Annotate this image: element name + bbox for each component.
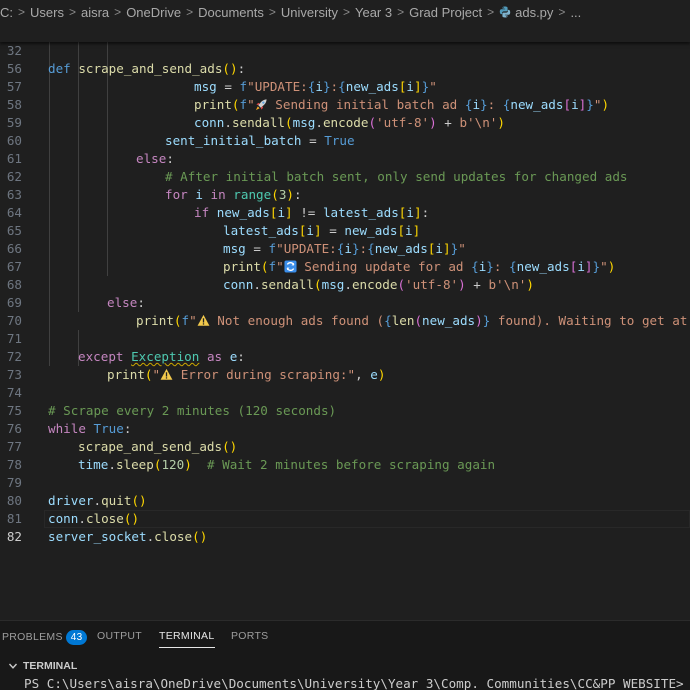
code-line[interactable]: 61 # After initial batch sent, only send… [0,132,690,184]
tab-label: PORTS [231,630,269,642]
breadcrumb-separator: > [342,5,350,19]
chevron-down-icon[interactable] [8,661,18,671]
tab-output[interactable]: OUTPUT [97,630,142,642]
code-line[interactable]: 65 msg = f"UPDATE:{i}:{new_ads[i]}" [0,204,690,256]
breadcrumb-separator: > [68,5,76,19]
tab-terminal[interactable]: TERMINAL [159,630,215,648]
tab-ports[interactable]: PORTS [231,630,268,642]
code-line[interactable]: 67 conn.sendall(msg.encode('utf-8') + b'… [0,240,690,292]
tab-label: TERMINAL [159,630,215,642]
code-line[interactable]: 82 [0,510,690,544]
breadcrumb-aisra[interactable]: aisra [81,5,109,20]
terminal-prompt[interactable]: PS C:\Users\aisra\OneDrive\Documents\Uni… [24,676,690,690]
breadcrumb-separator: > [558,5,566,19]
tab-label: OUTPUT [97,630,142,642]
tab-problems[interactable]: PROBLEMS 43 [2,630,88,645]
bottom-panel: PROBLEMS 43 OUTPUT TERMINAL PORTS TERMINA… [0,620,690,690]
tab-label: PROBLEMS [2,631,63,643]
breadcrumb-separator: > [487,5,495,19]
code-line[interactable]: 73 [0,348,690,382]
code-line[interactable]: 81 server_socket.close() [0,492,690,544]
code-line[interactable]: 68 else: [0,258,690,310]
python-file-icon [499,6,511,18]
breadcrumb-drive[interactable]: C: [0,5,13,20]
code-line[interactable]: 74 # Scrape every 2 minutes (120 seconds… [0,366,690,418]
code-line[interactable]: 66 print(f" Sending update for ad {i}: {… [0,222,690,274]
breadcrumb-university[interactable]: University [281,5,338,20]
code-line[interactable]: 80 conn.close() [0,474,690,526]
line-number: 82 [6,529,22,544]
code-line[interactable]: 79 driver.quit() [0,456,690,508]
code-line[interactable]: 59 sent_initial_batch = True [0,96,690,148]
line-number: 32 [6,43,22,58]
code-line[interactable]: 71 except Exception as e: [0,312,690,364]
code-line[interactable]: 58 conn.sendall(msg.encode('utf-8') + b'… [0,78,690,130]
code-line[interactable]: 69 print(f" Not enough ads found ({len(n… [0,276,690,328]
code-line[interactable]: 63 if new_ads[i] != latest_ads[i]: [0,168,690,220]
code-line[interactable]: 60 else: [0,114,690,166]
code-text: def scrape_and_send_ads(): [48,61,246,76]
breadcrumb-onedrive[interactable]: OneDrive [126,5,181,20]
breadcrumb-separator: > [397,5,405,19]
code-line[interactable]: 56 msg = f"UPDATE:{i}: :{new_ads[i]}" [0,42,690,94]
breadcrumb: C: > Users > aisra > OneDrive > Document… [0,0,690,24]
problems-count-badge: 43 [65,630,88,645]
code-editor[interactable]: 32 def scrape_and_send_ads(): 56 msg = f… [0,24,690,620]
code-line[interactable]: 62 for i in range(3): [0,150,690,202]
breadcrumb-separator: > [18,5,26,19]
breadcrumb-grad-project[interactable]: Grad Project [409,5,482,20]
code-line[interactable]: 76 scrape_and_send_ads() [0,402,690,454]
breadcrumb-separator: > [186,5,194,19]
code-text: server_socket.close() [48,529,208,544]
panel-tabs: PROBLEMS 43 OUTPUT TERMINAL PORTS [0,621,690,655]
terminal-header-label: TERMINAL [23,660,78,672]
code-line[interactable]: 64 latest_ads[i] = new_ads[i] [0,186,690,238]
code-line[interactable]: 72 print(" Error during scraping:", e) [0,330,690,382]
breadcrumb-symbol[interactable]: ... [570,5,581,20]
breadcrumb-file[interactable]: ads.py [515,5,553,20]
code-line[interactable]: 75 while True: [0,384,690,436]
breadcrumb-year3[interactable]: Year 3 [355,5,392,20]
sticky-scroll-header[interactable]: 32 def scrape_and_send_ads(): [0,24,690,76]
code-line[interactable]: 78 [0,438,690,472]
breadcrumb-separator: > [114,5,122,19]
breadcrumb-users[interactable]: Users [30,5,64,20]
breadcrumb-separator: > [268,5,276,19]
terminal-section-header[interactable]: TERMINAL [0,656,690,676]
code-line[interactable]: 77 time.sleep(120) # Wait 2 minutes befo… [0,420,690,472]
code-line[interactable]: 70 [0,294,690,328]
breadcrumb-documents[interactable]: Documents [198,5,264,20]
